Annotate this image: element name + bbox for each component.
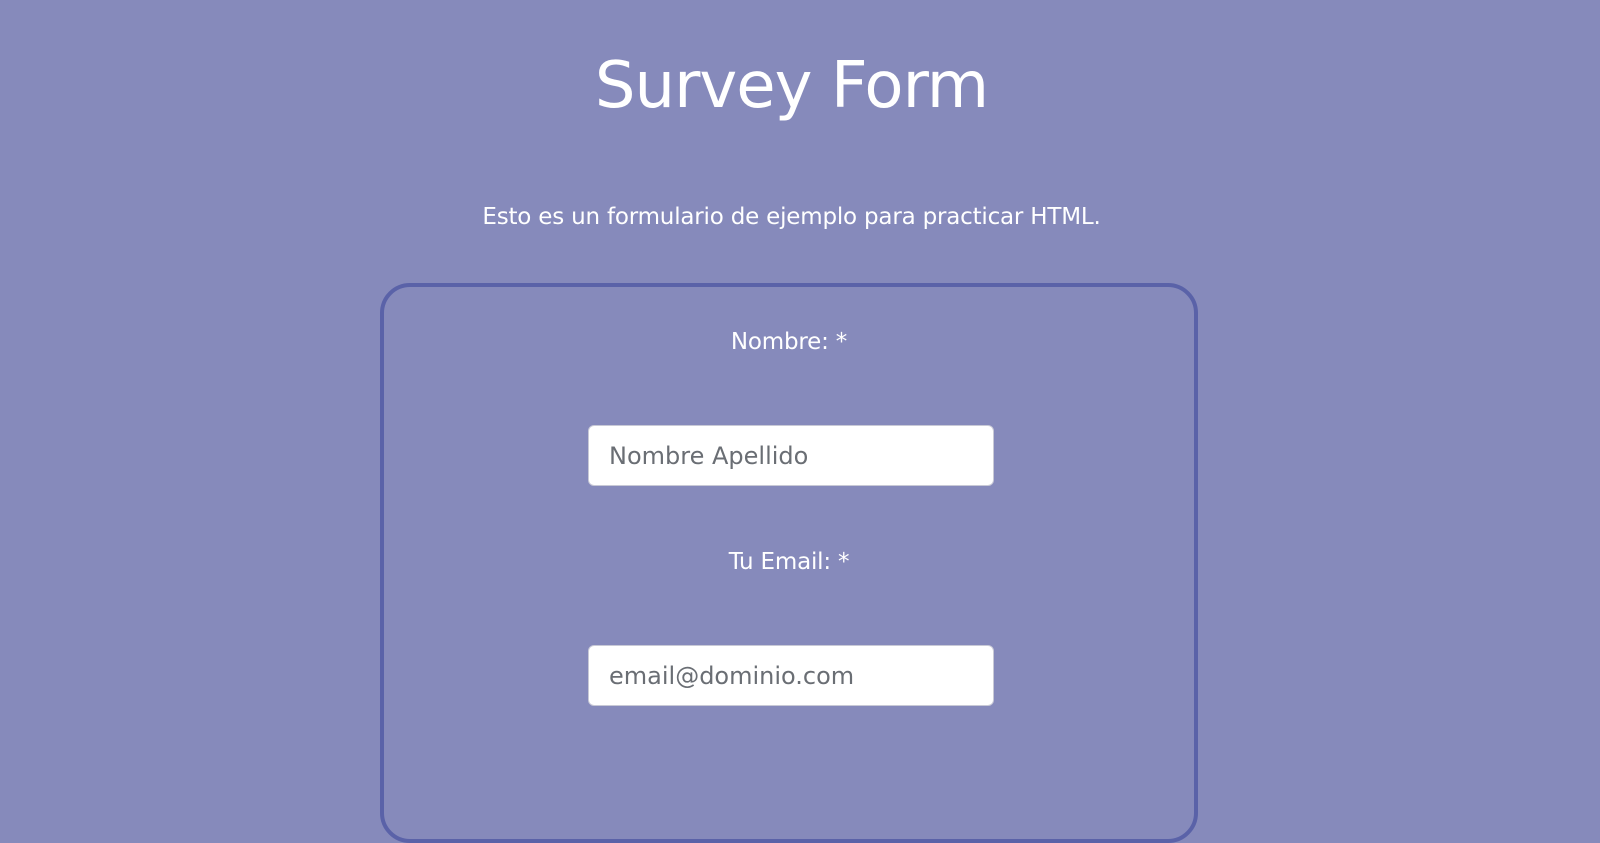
survey-form: Nombre: * Tu Email: * <box>380 283 1198 843</box>
page-title: Survey Form <box>594 49 989 123</box>
form-description: Esto es un formulario de ejemplo para pr… <box>482 204 1101 230</box>
name-label: Nombre: * <box>730 329 848 355</box>
email-label: Tu Email: * <box>728 549 850 575</box>
name-input[interactable] <box>588 425 994 486</box>
email-input[interactable] <box>588 645 994 706</box>
